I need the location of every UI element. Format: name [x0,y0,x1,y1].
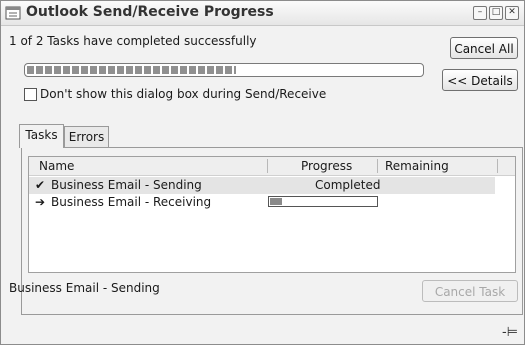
overall-progress-bar [24,63,424,77]
overall-progress-fill [27,66,236,74]
arrow-right-icon: ➔ [35,195,46,209]
completion-status: 1 of 2 Tasks have completed successfully [9,34,257,48]
column-header-progress[interactable]: Progress [301,159,352,173]
column-separator [377,159,378,173]
column-header-remaining[interactable]: Remaining [385,159,449,173]
tab-errors[interactable]: Errors [64,126,109,147]
maximize-button[interactable]: □ [489,6,503,20]
window-title: Outlook Send/Receive Progress [26,4,274,20]
details-button[interactable]: << Details [442,69,518,91]
dont-show-checkbox[interactable] [24,88,37,101]
task-row[interactable]: ✔ Business Email - Sending Completed [29,177,495,194]
cancel-task-button[interactable]: Cancel Task [422,280,518,302]
task-progress-bar [268,196,378,207]
column-separator [267,159,268,173]
title-bar: Outlook Send/Receive Progress – □ ✕ [1,1,524,26]
dont-show-label: Don't show this dialog box during Send/R… [40,87,327,101]
task-row[interactable]: ➔ Business Email - Receiving [29,194,495,211]
task-progress-text: Completed [315,178,381,192]
current-task-label: Business Email - Sending [9,281,160,295]
pin-icon[interactable]: -⊨ [502,325,518,340]
cancel-all-button[interactable]: Cancel All [450,37,518,59]
tab-tasks[interactable]: Tasks [19,124,64,148]
task-name: Business Email - Receiving [51,195,212,209]
close-button[interactable]: ✕ [505,6,519,20]
task-name: Business Email - Sending [51,178,202,192]
outlook-icon [5,6,21,20]
column-header-name[interactable]: Name [39,159,74,173]
checkmark-icon: ✔ [35,178,46,192]
column-separator [497,159,498,173]
list-header: Name Progress Remaining [29,157,515,176]
task-progress-fill [270,198,282,205]
task-list: Name Progress Remaining ✔ Business Email… [28,156,516,273]
minimize-button[interactable]: – [473,6,487,20]
send-receive-dialog: Outlook Send/Receive Progress – □ ✕ 1 of… [0,0,525,345]
